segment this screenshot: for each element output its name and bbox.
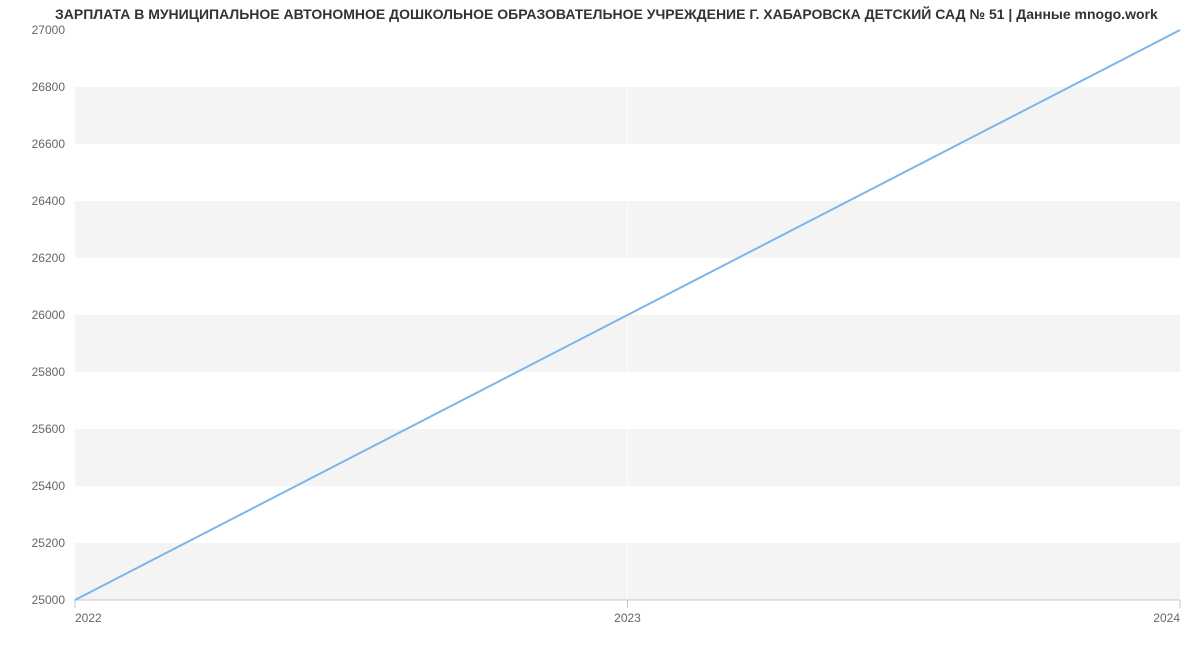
y-tick-label: 25400 — [32, 479, 66, 493]
y-tick-label: 26800 — [32, 80, 66, 94]
y-tick-label: 25200 — [32, 536, 66, 550]
x-tick-label: 2022 — [75, 611, 102, 625]
x-tick-label: 2023 — [614, 611, 641, 625]
chart-svg: 25000 25200 25400 25600 25800 26000 26200 26400… — [0, 0, 1200, 650]
y-tick-label: 26200 — [32, 251, 66, 265]
x-tick-label: 2024 — [1153, 611, 1180, 625]
y-tick-label: 26400 — [32, 194, 66, 208]
y-tick-label: 27000 — [32, 23, 66, 37]
y-tick-label: 26600 — [32, 137, 66, 151]
chart-container: ЗАРПЛАТА В МУНИЦИПАЛЬНОЕ АВТОНОМНОЕ ДОШК… — [0, 0, 1200, 650]
y-tick-label: 25600 — [32, 422, 66, 436]
y-tick-label: 26000 — [32, 308, 66, 322]
chart-title: ЗАРПЛАТА В МУНИЦИПАЛЬНОЕ АВТОНОМНОЕ ДОШК… — [55, 6, 1158, 22]
y-tick-label: 25800 — [32, 365, 66, 379]
y-tick-label: 25000 — [32, 593, 66, 607]
